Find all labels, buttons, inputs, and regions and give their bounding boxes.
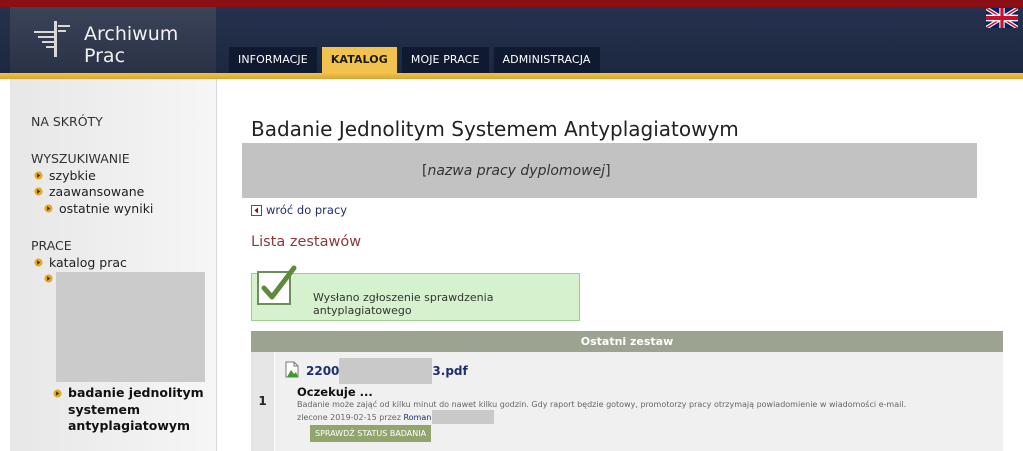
sidebar-search-heading: WYSZUKIWANIE: [31, 151, 130, 166]
status-description: Badanie może zająć od kilku minut do naw…: [297, 400, 907, 409]
file-name-prefix: 2200: [306, 364, 340, 378]
sidebar-current-label: badanie jednolitym systemem antyplagiato…: [68, 385, 204, 435]
arrow-bullet-icon: [44, 274, 53, 283]
back-link-label: wróć do pracy: [266, 203, 348, 217]
check-status-button[interactable]: SPRAWDŹ STATUS BADANIA: [310, 425, 432, 442]
bracket-close: ]: [605, 163, 611, 179]
thesis-title-placeholder: [nazwa pracy dyplomowej]: [422, 163, 611, 179]
sidebar-item-label: szybkie: [49, 168, 96, 183]
checkmark-icon: [257, 265, 297, 305]
success-message: Wysłano zgłoszenie sprawdzenia antyplagi…: [251, 265, 580, 321]
sidebar-current-line: antyplagiatowym: [68, 418, 191, 433]
page-title: Badanie Jednolitym Systemem Antyplagiato…: [251, 117, 739, 141]
sidebar-item-label: katalog prac: [49, 255, 127, 270]
back-arrow-icon: [251, 204, 262, 216]
arrow-bullet-icon: [34, 258, 43, 267]
logo[interactable]: Archiwum Prac: [10, 7, 216, 73]
uk-flag-icon[interactable]: [986, 8, 1018, 28]
ordered-info: zlecone 2019-02-15 przez Roman: [297, 410, 495, 424]
table-row: 1 2200 3.pdf Oczekuje ... Badanie może z…: [251, 352, 1003, 451]
sidebar-item-ostatnie-wyniki[interactable]: ostatnie wyniki: [44, 201, 153, 216]
sidebar-works-heading: PRACE: [31, 238, 72, 253]
sidebar-item-katalog-prac[interactable]: katalog prac: [34, 255, 127, 270]
tab-administracja[interactable]: ADMINISTRACJA: [493, 47, 600, 73]
back-to-work-link[interactable]: wróć do pracy: [251, 203, 347, 217]
archive-logo-icon: [34, 21, 70, 57]
arrow-bullet-icon: [44, 204, 53, 213]
arrow-bullet-icon: [53, 389, 62, 398]
sidebar-current-line: badanie jednolitym: [68, 385, 204, 400]
row-number: 1: [251, 352, 275, 451]
ordered-user-link[interactable]: Roman: [403, 413, 431, 422]
sidebar-item-current[interactable]: badanie jednolitym systemem antyplagiato…: [53, 385, 204, 435]
sidebar-item-zaawansowane[interactable]: zaawansowane: [34, 184, 144, 199]
arrow-bullet-icon: [34, 171, 43, 180]
redacted-block: [432, 410, 495, 424]
tab-informacje[interactable]: INFORMACJE: [229, 47, 317, 73]
section-heading: Lista zestawów: [251, 234, 362, 250]
sidebar-shortcuts-heading[interactable]: NA SKRÓTY: [31, 114, 103, 129]
app-title: Archiwum Prac: [84, 23, 179, 67]
tab-katalog[interactable]: KATALOG: [321, 47, 397, 73]
ordered-prefix: zlecone 2019-02-15 przez: [297, 412, 401, 422]
sidebar-item-label: ostatnie wyniki: [59, 201, 154, 216]
row-body: 2200 3.pdf Oczekuje ... Badanie może zaj…: [275, 352, 1003, 451]
file-link[interactable]: 2200 3.pdf: [306, 358, 468, 384]
redacted-block: [339, 358, 433, 384]
sidebar-item-label: zaawansowane: [49, 184, 145, 199]
tab-moje-prace[interactable]: MOJE PRACE: [401, 47, 489, 73]
top-accent-line: [0, 0, 1023, 7]
sidebar-item-szybkie[interactable]: szybkie: [34, 168, 96, 183]
main-content: Badanie Jednolitym Systemem Antyplagiato…: [217, 79, 1023, 451]
header: Archiwum Prac INFORMACJE KATALOG MOJE PR…: [0, 7, 1023, 73]
success-message-text: Wysłano zgłoszenie sprawdzenia antyplagi…: [313, 291, 494, 317]
thesis-title-box: [nazwa pracy dyplomowej]: [242, 143, 977, 198]
sidebar-current-line: systemem: [68, 401, 141, 417]
thesis-name: nazwa pracy dyplomowej: [427, 163, 606, 179]
arrow-bullet-icon: [34, 187, 43, 196]
table-header: Ostatni zestaw: [251, 331, 1003, 352]
sidebar: NA SKRÓTY WYSZUKIWANIE szybkie zaawansow…: [10, 79, 217, 451]
pdf-file-icon: [285, 361, 299, 378]
status-label: Oczekuje ...: [297, 385, 373, 399]
redacted-block: [56, 272, 205, 382]
main-nav: INFORMACJE KATALOG MOJE PRACE ADMINISTRA…: [229, 47, 600, 73]
file-name-suffix: 3.pdf: [432, 364, 468, 378]
